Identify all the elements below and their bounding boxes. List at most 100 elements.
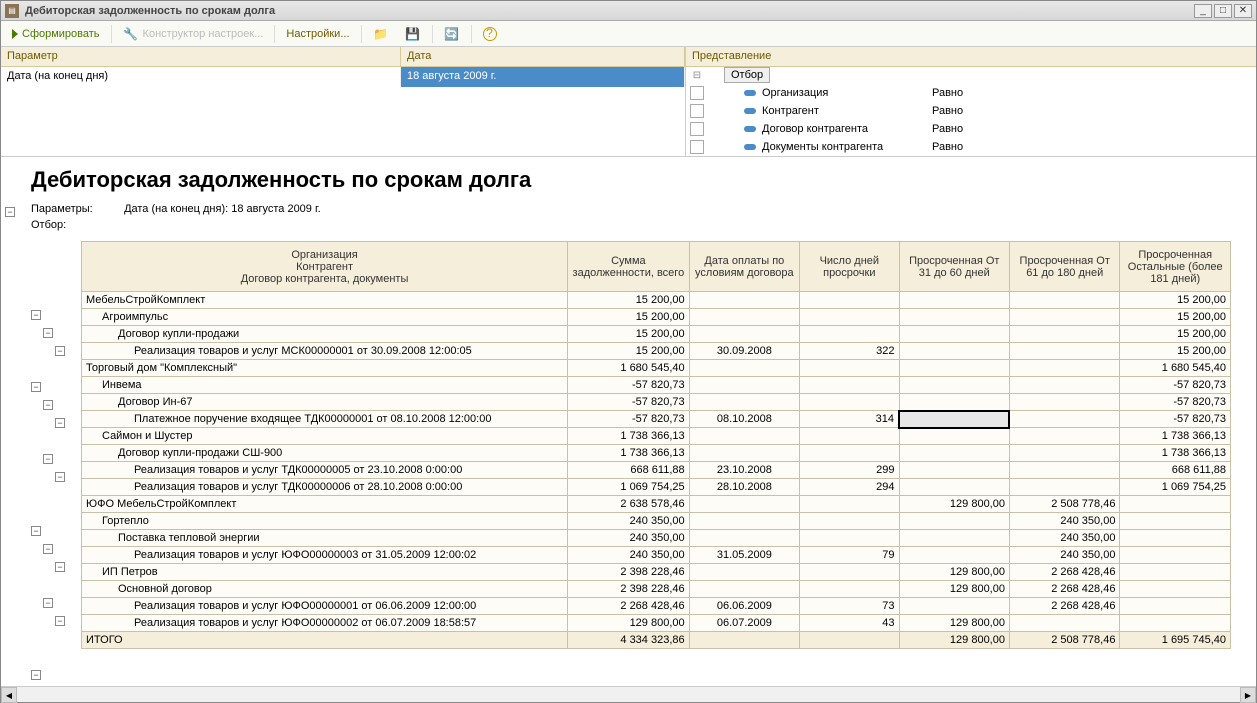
table-row[interactable]: Договор Ин-67-57 820,73-57 820,73: [82, 394, 1231, 411]
row-date: 06.07.2009: [689, 615, 799, 632]
table-row[interactable]: ЮФО МебельСтройКомплект2 638 578,46129 8…: [82, 496, 1231, 513]
table-row[interactable]: Саймон и Шустер1 738 366,131 738 366,13: [82, 428, 1231, 445]
param-value[interactable]: 18 августа 2009 г.: [401, 67, 685, 87]
row-o61: [1009, 292, 1119, 309]
tree-collapse-button[interactable]: −: [43, 454, 53, 464]
scroll-track[interactable]: [17, 687, 1240, 702]
filter-item[interactable]: Документы контрагентаРавно: [686, 138, 1256, 156]
filter-checkbox[interactable]: [690, 122, 704, 136]
row-days: 294: [800, 479, 899, 496]
table-row[interactable]: Реализация товаров и услуг ЮФО00000001 о…: [82, 598, 1231, 615]
filter-checkbox[interactable]: [690, 104, 704, 118]
table-row[interactable]: Договор купли-продажи15 200,0015 200,00: [82, 326, 1231, 343]
filter-checkbox[interactable]: [690, 86, 704, 100]
filter-item[interactable]: Договор контрагентаРавно: [686, 120, 1256, 138]
row-o61: [1009, 394, 1119, 411]
toolbar-separator: [111, 25, 112, 43]
row-name: Договор купли-продажи СШ-900: [82, 445, 568, 462]
table-row[interactable]: Инвема-57 820,73-57 820,73: [82, 377, 1231, 394]
form-button[interactable]: Сформировать: [5, 23, 107, 45]
close-button[interactable]: ✕: [1234, 4, 1252, 18]
tree-collapse-button[interactable]: −: [55, 418, 65, 428]
tree-collapse-button[interactable]: −: [43, 544, 53, 554]
table-row[interactable]: Поставка тепловой энергии240 350,00240 3…: [82, 530, 1231, 547]
row-date: [689, 530, 799, 547]
row-sum: -57 820,73: [568, 411, 690, 428]
filter-item[interactable]: КонтрагентРавно: [686, 102, 1256, 120]
table-row[interactable]: Гортепло240 350,00240 350,00: [82, 513, 1231, 530]
row-name: Саймон и Шустер: [82, 428, 568, 445]
row-o31: [899, 411, 1009, 428]
row-days: [800, 292, 899, 309]
tree-collapse-button[interactable]: −: [31, 670, 41, 680]
save-icon: 💾: [405, 26, 421, 42]
toolbar-icon-1[interactable]: 📁: [366, 23, 396, 45]
row-rest: [1120, 615, 1231, 632]
row-name: МебельСтройКомплект: [82, 292, 568, 309]
table-row[interactable]: Агроимпульс15 200,0015 200,00: [82, 309, 1231, 326]
row-sum: 129 800,00: [568, 615, 690, 632]
row-name: Договор Ин-67: [82, 394, 568, 411]
row-o31: [899, 343, 1009, 360]
row-date: [689, 445, 799, 462]
row-date: 08.10.2008: [689, 411, 799, 428]
row-o31: [899, 513, 1009, 530]
tree-collapse-icon[interactable]: ⊟: [690, 70, 704, 81]
tree-collapse-button[interactable]: −: [31, 310, 41, 320]
row-days: [800, 377, 899, 394]
row-date: 28.10.2008: [689, 479, 799, 496]
tree-collapse-button[interactable]: −: [55, 616, 65, 626]
scroll-right-arrow[interactable]: ▶: [1240, 687, 1256, 703]
row-sum: 2 268 428,46: [568, 598, 690, 615]
scroll-left-arrow[interactable]: ◀: [1, 687, 17, 703]
play-icon: [12, 29, 18, 39]
table-row[interactable]: Реализация товаров и услуг ТДК00000006 о…: [82, 479, 1231, 496]
filter-item[interactable]: ОрганизацияРавно: [686, 84, 1256, 102]
help-button[interactable]: ?: [476, 23, 504, 45]
filter-checkbox[interactable]: [690, 140, 704, 154]
minimize-button[interactable]: _: [1194, 4, 1212, 18]
table-row[interactable]: МебельСтройКомплект15 200,0015 200,00: [82, 292, 1231, 309]
maximize-button[interactable]: □: [1214, 4, 1232, 18]
tree-collapse-button[interactable]: −: [31, 382, 41, 392]
toolbar-icon-2[interactable]: 💾: [398, 23, 428, 45]
tree-collapse-button[interactable]: −: [55, 346, 65, 356]
row-name: Агроимпульс: [82, 309, 568, 326]
designer-button[interactable]: 🔧 Конструктор настроек...: [116, 23, 271, 45]
table-row[interactable]: Торговый дом "Комплексный"1 680 545,401 …: [82, 360, 1231, 377]
tree-collapse-button[interactable]: −: [31, 526, 41, 536]
row-date: [689, 564, 799, 581]
row-date: [689, 292, 799, 309]
settings-button[interactable]: Настройки...: [279, 23, 356, 45]
row-o61: 2 268 428,46: [1009, 581, 1119, 598]
table-row[interactable]: ИП Петров2 398 228,46129 800,002 268 428…: [82, 564, 1231, 581]
row-days: [800, 428, 899, 445]
row-o31: [899, 309, 1009, 326]
param-row[interactable]: Дата (на конец дня) 18 августа 2009 г.: [1, 67, 685, 87]
tree-collapse-button[interactable]: −: [43, 400, 53, 410]
row-rest: 1 738 366,13: [1120, 445, 1231, 462]
params-header-date: Дата: [401, 47, 685, 66]
filter-otbor-row[interactable]: ⊟ Отбор: [686, 67, 1256, 84]
table-row[interactable]: Основной договор2 398 228,46129 800,002 …: [82, 581, 1231, 598]
table-row[interactable]: Реализация товаров и услуг МСК00000001 о…: [82, 343, 1231, 360]
table-row[interactable]: Реализация товаров и услуг ЮФО00000003 о…: [82, 547, 1231, 564]
table-row[interactable]: Реализация товаров и услуг ТДК00000005 о…: [82, 462, 1231, 479]
tree-collapse-button[interactable]: −: [43, 598, 53, 608]
tree-collapse-button[interactable]: −: [43, 328, 53, 338]
horizontal-scrollbar[interactable]: ◀ ▶: [1, 686, 1256, 702]
table-row[interactable]: Реализация товаров и услуг ЮФО00000002 о…: [82, 615, 1231, 632]
row-o31: 129 800,00: [899, 581, 1009, 598]
table-row[interactable]: Платежное поручение входящее ТДК00000001…: [82, 411, 1231, 428]
toolbar-icon-3[interactable]: 🔄: [437, 23, 467, 45]
table-row[interactable]: Договор купли-продажи СШ-900 1 738 366,13…: [82, 445, 1231, 462]
row-o61: [1009, 411, 1119, 428]
tree-collapse-button[interactable]: −: [55, 562, 65, 572]
report-collapse-all[interactable]: −: [5, 207, 15, 217]
row-name: Реализация товаров и услуг ТДК00000006 о…: [82, 479, 568, 496]
params-panel: Параметр Дата Дата (на конец дня) 18 авг…: [1, 47, 686, 156]
row-days: [800, 326, 899, 343]
tree-collapse-button[interactable]: −: [55, 472, 65, 482]
filters-panel: Представление ⊟ Отбор ОрганизацияРавноКо…: [686, 47, 1256, 156]
report-area[interactable]: − Дебиторская задолженность по срокам до…: [1, 157, 1256, 686]
